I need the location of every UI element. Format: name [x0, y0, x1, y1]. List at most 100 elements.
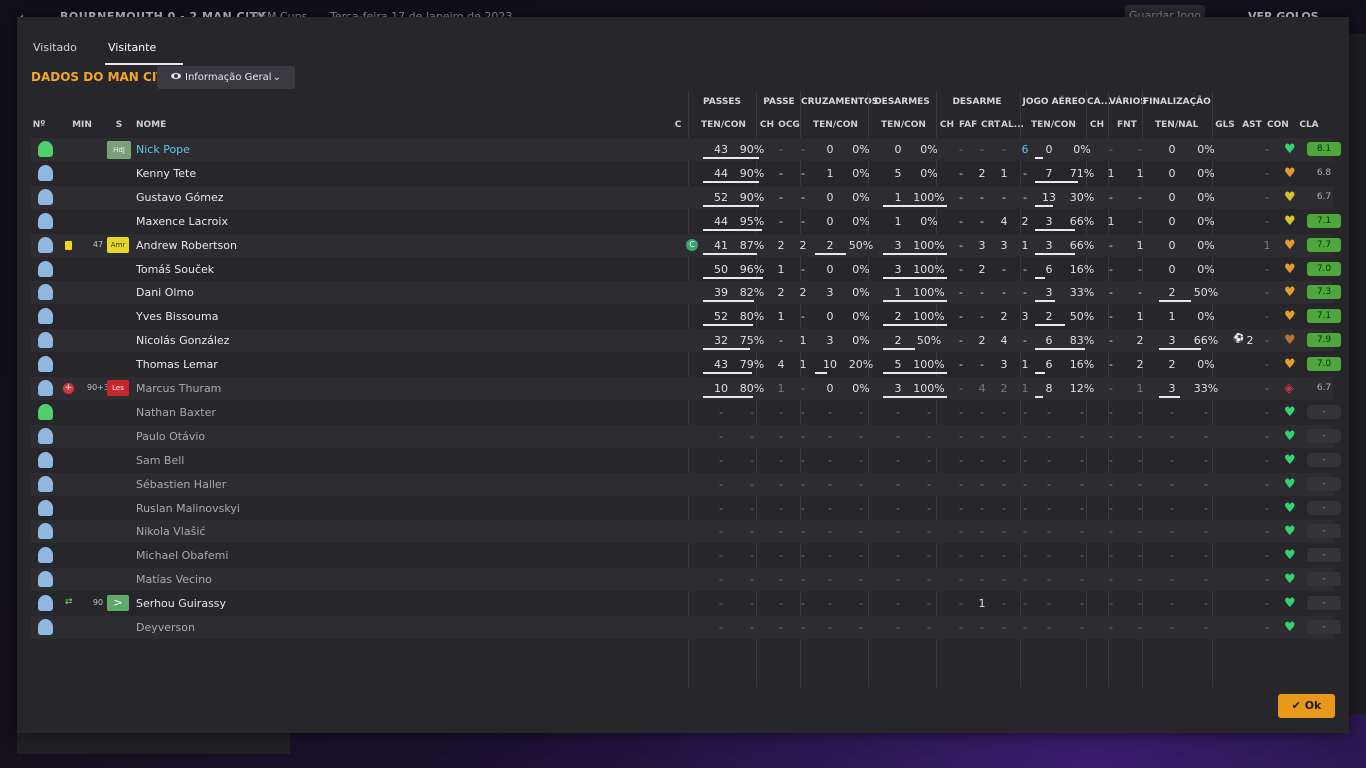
condition-heart-icon: ♥: [1284, 309, 1296, 325]
player-name[interactable]: Dani Olmo: [136, 286, 194, 299]
col-crt[interactable]: CRT: [981, 120, 1000, 130]
table-row[interactable]: Yves Bissouma 52 80% 1-0 0% 2 100% - -2 3 2 50% -1 1 0…: [31, 305, 1341, 328]
col-pass-ch[interactable]: CH: [759, 120, 775, 130]
view-selector-dropdown[interactable]: Informação Geral ⌄: [157, 66, 295, 89]
table-row[interactable]: Thomas Lemar 43 79% 4 1 10 20% 5 100% - -3 1 6 16% -2 2…: [31, 353, 1341, 376]
col-name[interactable]: NOME: [136, 120, 166, 130]
col-s[interactable]: S: [114, 120, 124, 130]
shirt-icon: [38, 451, 53, 468]
col-fnt[interactable]: FNT: [1117, 120, 1137, 130]
ok-button[interactable]: ✔ Ok: [1278, 694, 1335, 718]
player-name[interactable]: Nicolás González: [136, 334, 229, 347]
shots-attempted: 0: [1168, 143, 1176, 156]
aerial-pct: 0%: [1073, 143, 1091, 156]
player-name[interactable]: Nikola Vlašić: [136, 525, 205, 538]
crosses-attempted: 3: [826, 286, 834, 300]
table-row[interactable]: Nikola Vlašić - - - - - - - - - - - - - - - - - - - ♥ -: [31, 520, 1341, 544]
player-name[interactable]: Serhou Guirassy: [136, 597, 226, 610]
chances-created: 2: [799, 286, 807, 300]
player-name[interactable]: Nathan Baxter: [136, 406, 216, 419]
table-row[interactable]: Dani Olmo 39 82% 2 2 3 0% 1 100% - - - -3 33% - -2 50% - ♥…: [31, 281, 1341, 305]
position-badge: >: [107, 595, 129, 612]
table-row[interactable]: +90+3 Les Marcus Thuram 10 80% 1-0 0% 3 100% -4 2 1…: [31, 377, 1333, 400]
col-number[interactable]: Nº: [31, 120, 47, 130]
col-ocg[interactable]: OCG: [778, 120, 800, 130]
group-header-aerial: JOGO AÉREO: [1022, 97, 1086, 107]
player-name[interactable]: Gustavo Gómez: [136, 191, 224, 204]
col-assists[interactable]: AST: [1242, 120, 1262, 130]
table-row[interactable]: Kenny Tete 44 90% - -1 0% 5 0% -2 1-7 71% 1 1 0 0% - ♥ 6.…: [31, 162, 1333, 185]
chances-created: -: [801, 214, 805, 228]
col-rating[interactable]: CLA: [1297, 120, 1321, 130]
empty-stat: -: [1170, 525, 1174, 539]
aerial-pct: 66%: [1069, 214, 1095, 228]
player-name[interactable]: Maxence Lacroix: [136, 215, 228, 228]
table-row[interactable]: Maxence Lacroix 44 95% - -0 0% 1 0% - -4 2 3 66% 1-0 0…: [31, 210, 1341, 233]
col-ca-ch[interactable]: CH: [1089, 120, 1105, 130]
col-al[interactable]: AL...: [1001, 120, 1024, 130]
col-faf[interactable]: FAF: [959, 120, 977, 130]
empty-stat: -: [719, 597, 723, 611]
empty-stat: -: [1204, 405, 1208, 419]
table-row[interactable]: Deyverson - - - - - - - - - - - - - - - - - - - ♥ -: [31, 616, 1341, 639]
table-row[interactable]: 47 Amr Andrew Robertson C 41 87% 2 2 2 50% 3 100% -3…: [31, 233, 1341, 257]
table-row[interactable]: ⇄ 90 > Serhou Guirassy - - - - - - - - -1- - - - - - - - - ♥ -: [31, 592, 1341, 615]
table-row[interactable]: Sébastien Haller - - - - - - - - - - - - - - - - - - - ♥ -: [31, 472, 1341, 496]
empty-stat: -: [927, 501, 931, 515]
player-name[interactable]: Thomas Lemar: [136, 358, 218, 371]
table-row[interactable]: Tomáš Souček 50 96% 1-0 0% 3 100% -2- -6 16% - -0 0%…: [31, 258, 1341, 281]
col-crosses[interactable]: TEN/CON: [813, 120, 858, 130]
col-condition[interactable]: CON: [1267, 120, 1289, 130]
table-row[interactable]: Nicolás González 32 75% -1 3 0% 2 50% -2 4-6 83% -2…: [31, 329, 1341, 353]
empty-stat: -: [1002, 453, 1006, 467]
empty-stat: -: [1080, 405, 1084, 419]
table-row[interactable]: Ruslan Malinovskyi - - - - - - - - - - - - - - - - - - - ♥ -: [31, 497, 1341, 520]
passes-bar: [703, 228, 762, 231]
player-name[interactable]: Sam Bell: [136, 454, 184, 467]
assists: -: [1265, 358, 1269, 372]
tackles-bar: [883, 204, 947, 207]
player-name[interactable]: Paulo Otávio: [136, 430, 205, 443]
col-passes[interactable]: TEN/CON: [701, 120, 746, 130]
col-minutes[interactable]: MIN: [71, 120, 93, 130]
passes-attempted: 52: [714, 310, 728, 324]
player-name[interactable]: Tomáš Souček: [136, 263, 214, 276]
player-name[interactable]: Andrew Robertson: [136, 239, 237, 252]
player-name[interactable]: Sébastien Haller: [136, 478, 226, 491]
table-row[interactable]: Matías Vecino - - - - - - - - - - - - - - - - - - - ♥ -: [31, 568, 1341, 592]
tab-visitado[interactable]: Visitado: [33, 41, 77, 54]
condition-heart-icon: ♥: [1284, 596, 1296, 612]
tackles-bar: [883, 396, 947, 398]
player-name[interactable]: Michael Obafemi: [136, 549, 228, 562]
player-name[interactable]: Marcus Thuram: [136, 382, 221, 395]
table-row[interactable]: Gustavo Gómez 52 90% - -0 0% 1 100% - - - -13 30% - -0…: [31, 185, 1333, 209]
crosses-attempted: 3: [826, 334, 834, 348]
col-c[interactable]: C: [673, 120, 683, 130]
tab-visitante[interactable]: Visitante: [108, 41, 156, 54]
tackle-stat: -: [980, 143, 984, 156]
col-tackles[interactable]: TEN/CON: [881, 120, 926, 130]
player-name[interactable]: Ruslan Malinovskyi: [136, 502, 240, 515]
col-tackle-ch[interactable]: CH: [939, 120, 955, 130]
col-aerial[interactable]: TEN/CON: [1031, 120, 1076, 130]
empty-stat: -: [1109, 621, 1113, 634]
empty-stat: -: [927, 549, 931, 563]
table-row[interactable]: Paulo Otávio - - - - - - - - - - - - - - - - - - - ♥ -: [31, 424, 1341, 448]
player-name[interactable]: Deyverson: [136, 621, 195, 634]
table-row[interactable]: Nathan Baxter - - - - - - - - - - - - - - - - - - - ♥ -: [31, 401, 1341, 424]
table-row[interactable]: Sam Bell - - - - - - - - - - - - - - - - - - - ♥ -: [31, 449, 1341, 472]
tackle-stat: 6: [1021, 143, 1029, 156]
table-row[interactable]: HdJ Nick Pope 43 90% - - 0 0% 0 0% - - - 6 0 0% - - 0 0% - ♥ 8…: [31, 138, 1341, 161]
assists: -: [1265, 334, 1269, 348]
table-row[interactable]: Michael Obafemi - - - - - - - - - - - - - - - - - - - ♥ -: [31, 544, 1341, 567]
empty-stat: -: [959, 525, 963, 539]
empty-stat: -: [750, 549, 754, 563]
crosses-pct: 0%: [852, 286, 870, 300]
player-name[interactable]: Matías Vecino: [136, 573, 212, 586]
col-goals[interactable]: GLS: [1215, 120, 1235, 130]
player-name[interactable]: Kenny Tete: [136, 167, 196, 180]
player-name[interactable]: Yves Bissouma: [136, 310, 218, 323]
col-finish[interactable]: TEN/NAL: [1155, 120, 1198, 130]
player-name[interactable]: Nick Pope: [136, 143, 190, 156]
tackle-stat: 2: [1021, 214, 1029, 228]
